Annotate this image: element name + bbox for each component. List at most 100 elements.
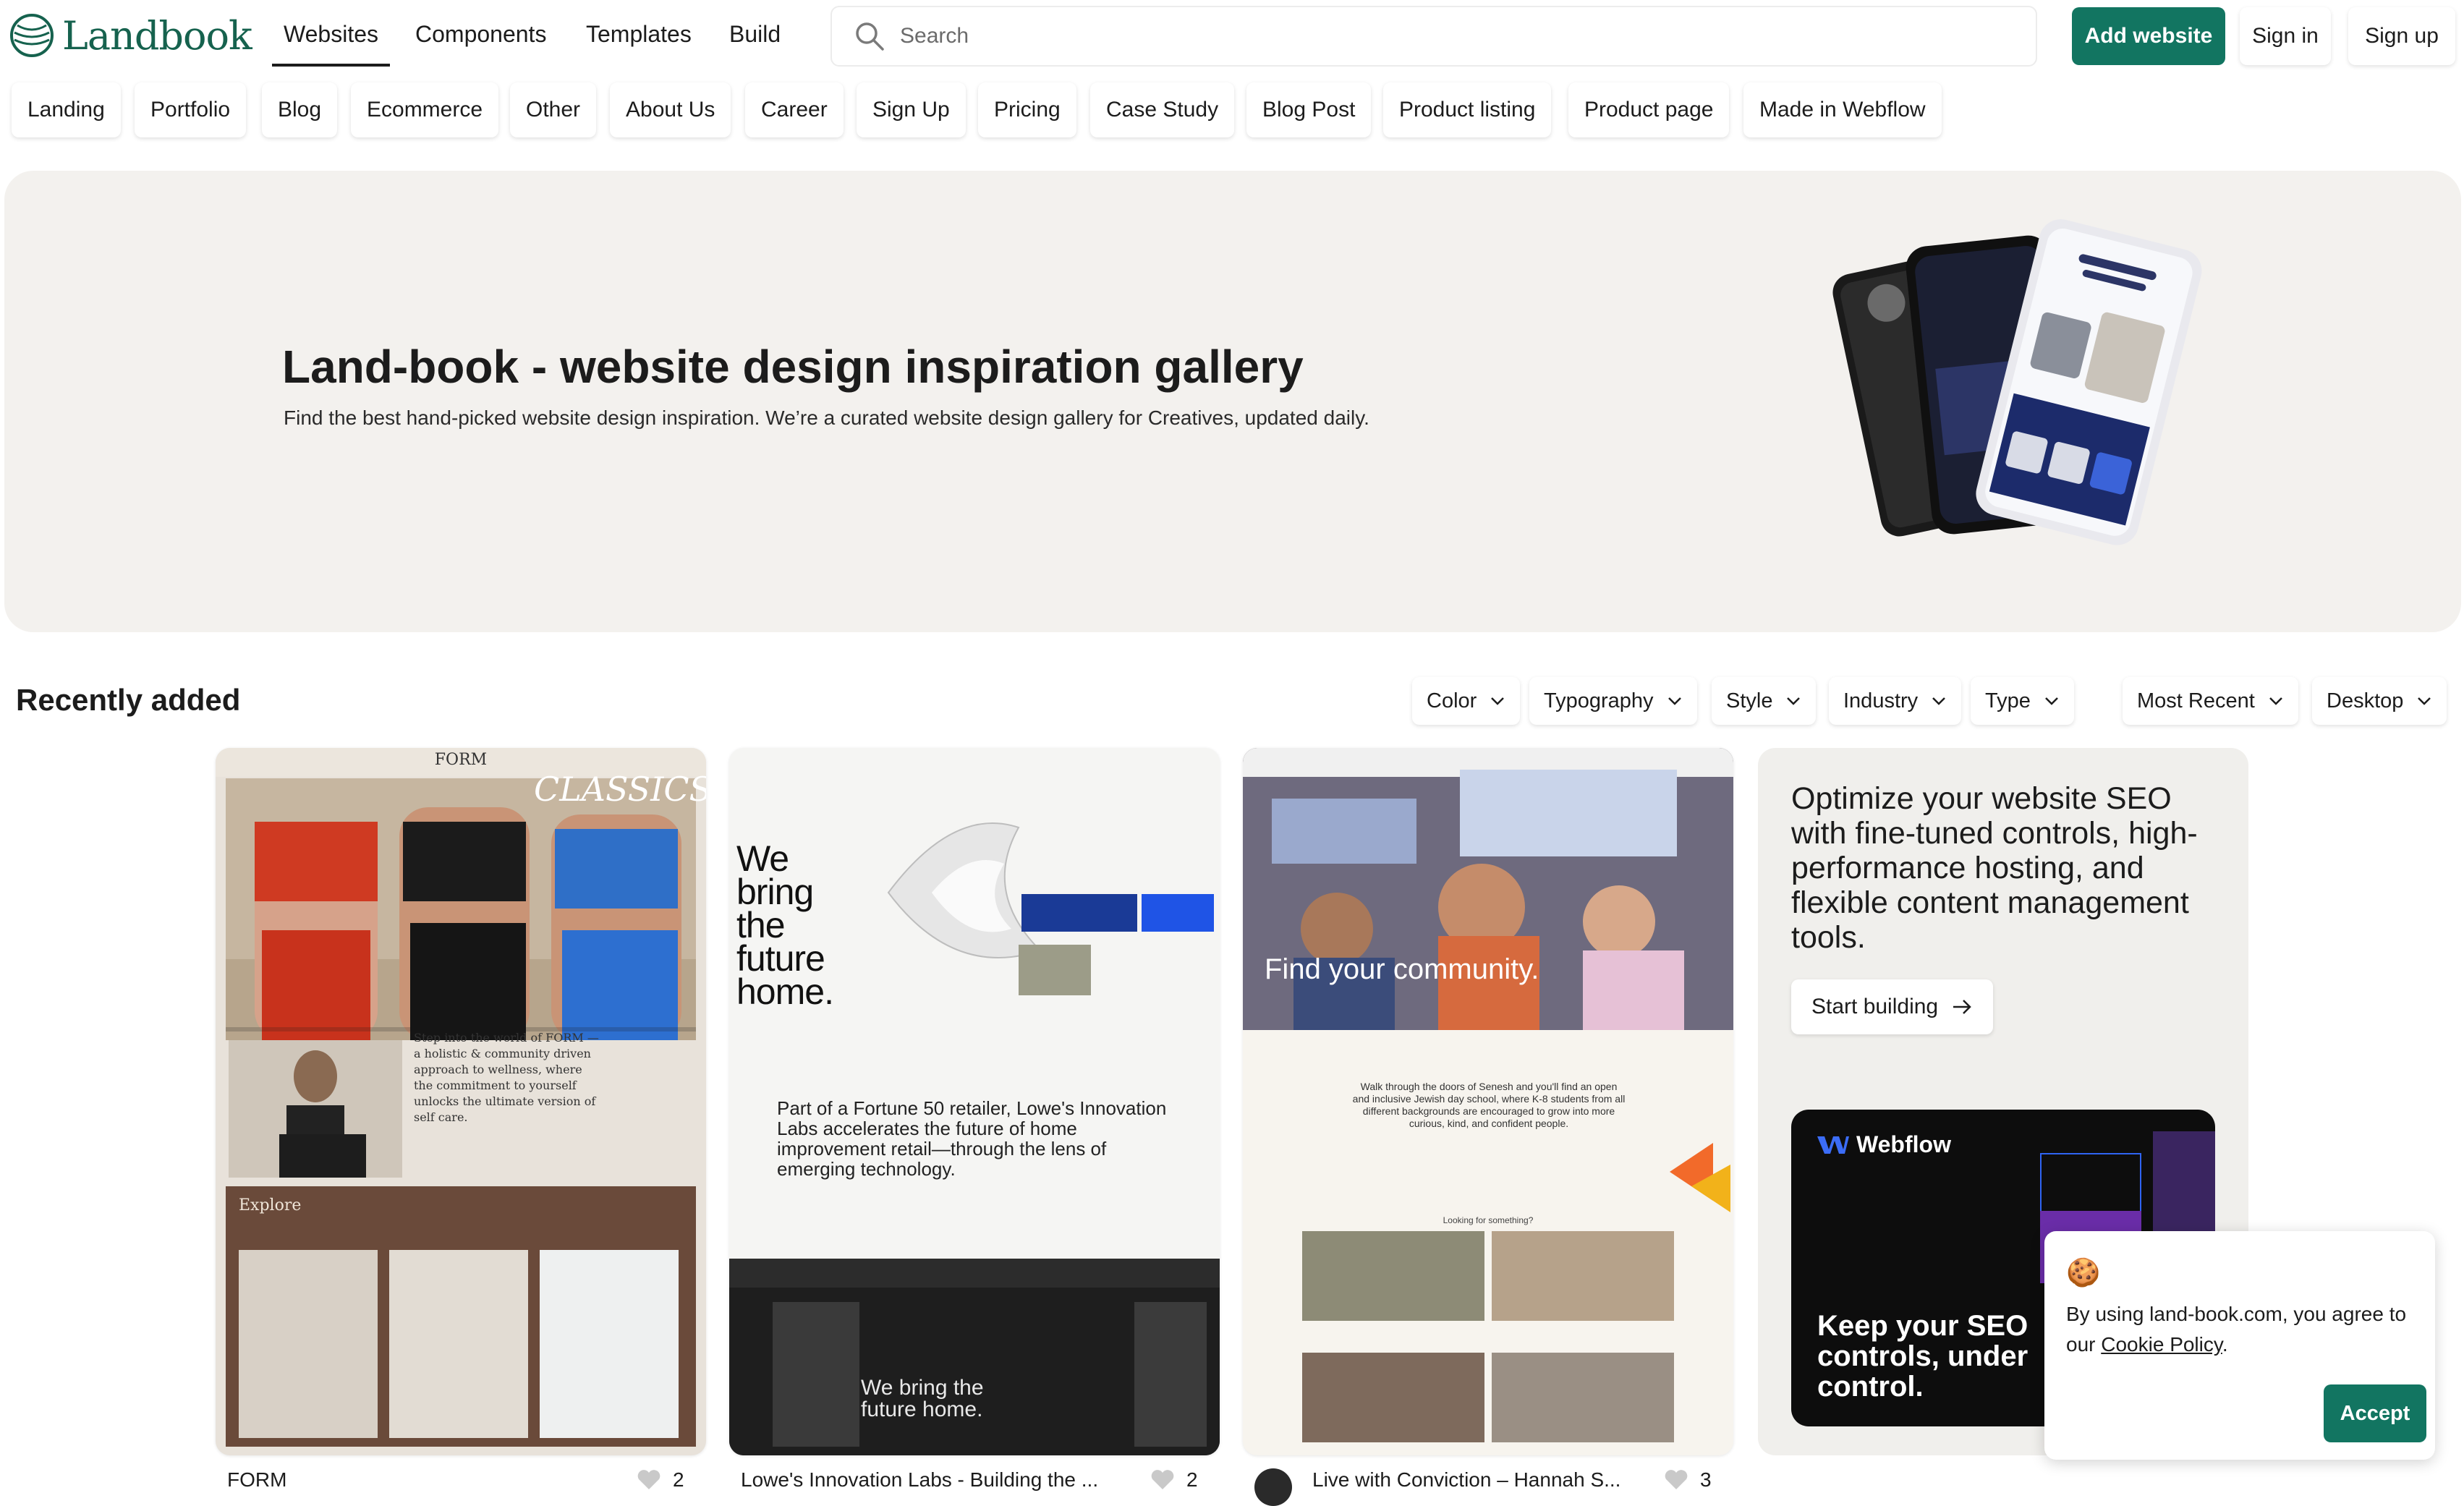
category-pricing[interactable]: Pricing [978, 82, 1076, 137]
card-hero-image [226, 778, 696, 1040]
category-case-study[interactable]: Case Study [1090, 82, 1235, 137]
category-ecommerce[interactable]: Ecommerce [351, 82, 499, 137]
sign-up-button[interactable]: Sign up [2348, 7, 2455, 65]
sort-label: Most Recent [2137, 689, 2255, 712]
cookie-policy-link[interactable]: Cookie Policy [2101, 1333, 2222, 1356]
hero-device-illustration [1832, 219, 2202, 545]
cookie-banner: 🍪 By using land-book.com, you agree to o… [2044, 1231, 2435, 1460]
cookie-text: By using land-book.com, you agree to our… [2066, 1299, 2428, 1360]
card-likes[interactable]: 2 [1150, 1468, 1198, 1492]
card-grid-image-4 [1492, 1353, 1674, 1442]
hero-banner [4, 171, 2461, 632]
card-grid-image-3 [1302, 1353, 1484, 1442]
filter-typography[interactable]: Typography [1529, 677, 1697, 725]
explore-title: Explore [239, 1196, 302, 1214]
button-label: Start building [1811, 995, 1939, 1018]
filter-style[interactable]: Style [1712, 677, 1817, 725]
device-label: Desktop [2327, 689, 2404, 712]
search-icon [856, 22, 884, 51]
category-product-page[interactable]: Product page [1568, 82, 1730, 137]
category-about-us[interactable]: About Us [610, 82, 731, 137]
card-blue-tile [1021, 894, 1137, 932]
card-dark-image [729, 1259, 1220, 1455]
card-caption[interactable]: Live with Conviction – Hannah S... [1312, 1468, 1620, 1492]
card-caption[interactable]: FORM [227, 1468, 286, 1492]
category-blog-post[interactable]: Blog Post [1246, 82, 1372, 137]
card-body-text: Part of a Fortune 50 retailer, Lowe's In… [777, 1097, 1167, 1180]
globe-icon [10, 14, 54, 57]
logo-text: Landbook [62, 12, 252, 59]
chevron-down-icon [1668, 697, 1681, 705]
explore-section: Explore [226, 1186, 696, 1447]
avatar [1254, 1468, 1292, 1506]
search-bar[interactable]: Search [830, 6, 2037, 67]
webflow-logo: Webflow [1817, 1131, 1951, 1158]
card-likes[interactable]: 3 [1664, 1468, 1712, 1492]
cookie-icon: 🍪 [2066, 1258, 2101, 1288]
portrait-illustration [229, 1040, 402, 1178]
hero-subtitle: Find the best hand-picked website design… [284, 407, 1369, 429]
nav-components[interactable]: Components [415, 16, 546, 52]
card-body-text: Walk through the doors of Senesh and you… [1352, 1081, 1626, 1129]
site-card-lowes[interactable]: We bring the future home. Part of a Fort… [729, 748, 1220, 1455]
card-blue-tile [1142, 894, 1214, 932]
category-product-listing[interactable]: Product listing [1383, 82, 1552, 137]
category-other[interactable]: Other [510, 82, 597, 137]
heart-icon [1665, 1470, 1688, 1489]
promo-text: Optimize your website SEO with fine-tune… [1791, 781, 2198, 955]
filter-type[interactable]: Type [1971, 677, 2074, 725]
children-illustration [1243, 748, 1733, 1030]
like-count: 2 [673, 1468, 684, 1491]
site-card-senesh[interactable]: Find your community. Walk through the do… [1243, 748, 1733, 1455]
sign-in-button[interactable]: Sign in [2240, 7, 2331, 65]
card-portrait-image [229, 1040, 402, 1178]
hero-title: Land-book - website design inspiration g… [282, 341, 1304, 393]
nav-templates[interactable]: Templates [586, 16, 692, 52]
device-dropdown[interactable]: Desktop [2312, 677, 2447, 725]
card-headline: We bring the future home. [736, 838, 834, 1012]
filter-label: Color [1427, 689, 1477, 712]
chevron-down-icon [2044, 697, 2058, 705]
site-card-form[interactable]: FORM CLASSICS Step into the world of FOR… [216, 748, 706, 1455]
category-made-in-webflow[interactable]: Made in Webflow [1743, 82, 1942, 137]
interior-illustration [729, 1259, 1220, 1455]
like-count: 2 [1186, 1468, 1198, 1491]
category-career[interactable]: Career [745, 82, 844, 137]
nav-build[interactable]: Build [729, 16, 781, 52]
card-caption[interactable]: Lowe's Innovation Labs - Building the ..… [741, 1468, 1098, 1492]
card-grid-image-2 [1492, 1231, 1674, 1321]
header: Landbook Websites Components Templates B… [0, 0, 2464, 72]
add-website-button[interactable]: Add website [2072, 7, 2225, 65]
card-headline: Find your community. [1265, 953, 1539, 985]
category-blog[interactable]: Blog [262, 82, 338, 137]
cookie-period: . [2222, 1333, 2228, 1356]
start-building-button[interactable]: Start building [1791, 979, 1994, 1034]
category-portfolio[interactable]: Portfolio [135, 82, 247, 137]
like-count: 3 [1700, 1468, 1712, 1491]
category-sign-up[interactable]: Sign Up [857, 82, 966, 137]
search-input[interactable]: Search [900, 24, 969, 48]
sort-dropdown[interactable]: Most Recent [2123, 677, 2298, 725]
logo-shape-icon [1670, 1143, 1730, 1212]
logo[interactable]: Landbook [9, 10, 252, 61]
card-overlay-title: CLASSICS [534, 770, 706, 809]
filter-industry[interactable]: Industry [1829, 677, 1962, 725]
accept-cookies-button[interactable]: Accept [2324, 1384, 2426, 1442]
card-body-text: Step into the world of FORM — a holistic… [414, 1031, 599, 1124]
webflow-icon [1817, 1136, 1849, 1154]
card-thumb [1019, 945, 1091, 995]
nav-websites[interactable]: Websites [272, 16, 391, 67]
card-likes[interactable]: 2 [637, 1468, 684, 1492]
category-landing[interactable]: Landing [12, 82, 121, 137]
filter-label: Typography [1544, 689, 1654, 712]
filter-color[interactable]: Color [1412, 677, 1521, 725]
card-brand: FORM [434, 751, 488, 769]
arrow-right-icon [1953, 1000, 1971, 1014]
filter-label: Style [1726, 689, 1773, 712]
card-footer-text: We bring the future home. [861, 1376, 984, 1421]
section-title: Recently added [16, 683, 241, 717]
explore-image-3 [540, 1250, 679, 1438]
webflow-brand: Webflow [1856, 1131, 1951, 1157]
heart-icon [637, 1470, 660, 1489]
filter-label: Industry [1843, 689, 1919, 712]
